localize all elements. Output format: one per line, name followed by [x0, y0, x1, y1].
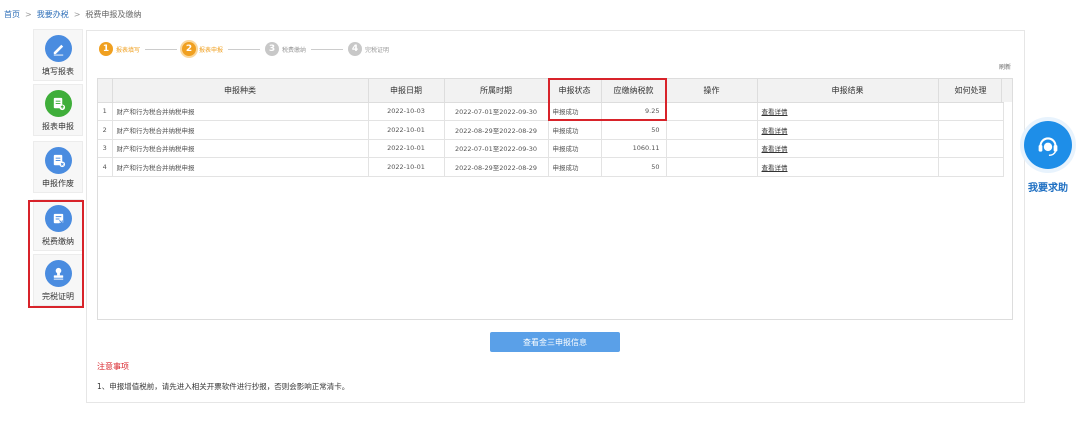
col-header-operation: 操作	[666, 79, 758, 103]
view-details-link[interactable]: 查看详情	[757, 102, 939, 121]
step-number: 2	[182, 42, 197, 56]
table-row: 2 财产和行为税合并纳税申报 2022-10-01 2022-08-29至202…	[98, 120, 1004, 140]
cell-status: 申报成功	[548, 157, 602, 177]
help-icon-ring	[1020, 117, 1076, 173]
cell-handle	[938, 139, 1004, 158]
sidebar-item-label: 申报作废	[42, 179, 74, 188]
step-tax-payment: 3 税费缴纳	[265, 42, 306, 56]
cell-operation	[666, 157, 758, 177]
sidebar-item-fill-report[interactable]: 填写报表	[33, 29, 83, 81]
col-header-result: 申报结果	[757, 79, 939, 103]
cell-period: 2022-07-01至2022-09-30	[444, 139, 549, 158]
cell-status: 申报成功	[548, 120, 602, 140]
breadcrumb-separator: >	[73, 10, 81, 19]
step-connector	[145, 48, 178, 50]
table-row: 4 财产和行为税合并纳税申报 2022-10-01 2022-08-29至202…	[98, 157, 1004, 177]
cell-amount: 1060.11	[601, 139, 667, 158]
col-header-period: 所属时期	[444, 79, 549, 103]
step-connector	[228, 48, 261, 50]
view-details-link[interactable]: 查看详情	[757, 120, 939, 140]
cell-type: 财产和行为税合并纳税申报	[112, 120, 369, 140]
view-details-link[interactable]: 查看详情	[757, 157, 939, 177]
sidebar-item-void-declare[interactable]: 申报作废	[33, 141, 83, 193]
cell-amount: 50	[601, 157, 667, 177]
cell-index: 3	[98, 139, 113, 158]
refresh-link[interactable]: 刷新	[999, 62, 1011, 71]
document-upload-icon	[44, 90, 72, 117]
sidebar-item-label: 报表申报	[42, 122, 74, 131]
notes-title: 注意事项	[97, 362, 129, 371]
highlight-box	[28, 200, 84, 308]
step-label: 报表申报	[199, 46, 224, 54]
cell-handle	[938, 120, 1004, 140]
cell-operation	[666, 120, 758, 140]
cell-status: 申报成功	[548, 139, 602, 158]
step-tax-certificate: 4 完税证明	[348, 42, 389, 56]
cell-amount: 50	[601, 120, 667, 140]
pencil-icon	[44, 35, 72, 62]
step-label: 报表填写	[116, 46, 141, 54]
cell-date: 2022-10-01	[368, 120, 445, 140]
step-label: 税费缴纳	[282, 46, 307, 54]
cell-date: 2022-10-01	[368, 157, 445, 177]
cell-date: 2022-10-03	[368, 102, 445, 121]
sidebar-item-label: 填写报表	[42, 67, 74, 76]
breadcrumb-home[interactable]: 首页	[4, 9, 20, 20]
customer-service-icon	[1024, 121, 1072, 169]
step-number: 4	[348, 42, 363, 56]
notes-text: 1、申报增值税前，请先进入相关开票软件进行抄报，否则会影响正常清卡。	[97, 382, 350, 391]
cell-index: 4	[98, 157, 113, 177]
cell-handle	[938, 102, 1004, 121]
cell-handle	[938, 157, 1004, 177]
cell-operation	[666, 139, 758, 158]
cell-type: 财产和行为税合并纳税申报	[112, 139, 369, 158]
breadcrumb: 首页 > 我要办税 > 税费申报及缴纳	[4, 9, 141, 20]
step-connector	[311, 48, 344, 50]
step-fill-report: 1 报表填写	[99, 42, 140, 56]
cell-period: 2022-07-01至2022-09-30	[444, 102, 549, 121]
cell-period: 2022-08-29至2022-08-29	[444, 157, 549, 177]
scrollbar-header-corner	[1001, 79, 1012, 102]
document-cancel-icon	[44, 147, 72, 174]
view-details-link[interactable]: 查看详情	[757, 139, 939, 158]
table-row: 3 财产和行为税合并纳税申报 2022-10-01 2022-07-01至202…	[98, 139, 1004, 158]
cell-date: 2022-10-01	[368, 139, 445, 158]
view-golden-tax-info-button[interactable]: 查看金三申报信息	[490, 332, 620, 352]
col-header-index	[98, 79, 113, 103]
step-number: 1	[99, 42, 113, 56]
step-report-declare: 2 报表申报	[182, 42, 223, 56]
breadcrumb-current: 税费申报及缴纳	[85, 10, 142, 19]
sidebar-item-report-declare[interactable]: 报表申报	[33, 84, 83, 136]
progress-steps: 1 报表填写 2 报表申报 3 税费缴纳 4 完税证明	[99, 42, 389, 56]
cell-index: 2	[98, 120, 113, 140]
highlight-box	[548, 78, 667, 121]
breadcrumb-section[interactable]: 我要办税	[37, 9, 69, 20]
help-label: 我要求助	[1028, 183, 1068, 194]
step-label: 完税证明	[365, 46, 390, 54]
breadcrumb-separator: >	[25, 10, 32, 19]
cell-index: 1	[98, 102, 113, 121]
step-number: 3	[265, 42, 280, 56]
cell-operation	[666, 102, 758, 121]
cell-type: 财产和行为税合并纳税申报	[112, 102, 369, 121]
col-header-date: 申报日期	[368, 79, 445, 103]
cell-period: 2022-08-29至2022-08-29	[444, 120, 549, 140]
col-header-type: 申报种类	[112, 79, 369, 103]
help-widget[interactable]: 我要求助	[1019, 117, 1077, 194]
col-header-handle: 如何处理	[938, 79, 1004, 103]
cell-type: 财产和行为税合并纳税申报	[112, 157, 369, 177]
